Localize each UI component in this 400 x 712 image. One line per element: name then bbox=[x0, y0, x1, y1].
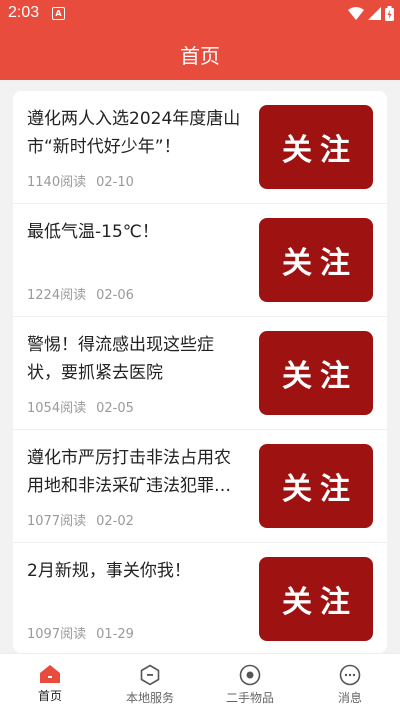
tab-secondhand[interactable]: 二手物品 bbox=[200, 654, 300, 712]
article-title[interactable]: 遵化两人入选2024年度唐山市“新时代好少年”！ bbox=[27, 105, 247, 161]
signal-icon bbox=[368, 7, 381, 20]
article-title[interactable]: 2月新规，事关你我！ bbox=[27, 557, 247, 585]
article-item[interactable]: 2月新规，事关你我！ 1097阅读 01-29 关注 bbox=[13, 543, 387, 653]
article-meta: 1224阅读 02-06 bbox=[27, 284, 134, 303]
article-date: 01-29 bbox=[96, 627, 134, 642]
read-count: 1224阅读 bbox=[27, 288, 87, 303]
article-title[interactable]: 遵化市严厉打击非法占用农用地和非法采矿违法犯罪行为 bbox=[27, 444, 247, 500]
service-icon bbox=[140, 664, 160, 686]
article-meta: 1097阅读 01-29 bbox=[27, 623, 134, 642]
notification-icon: A bbox=[52, 7, 65, 20]
article-date: 02-06 bbox=[96, 288, 134, 303]
article-list: 遵化两人入选2024年度唐山市“新时代好少年”！ 1140阅读 02-10 关注 … bbox=[13, 91, 387, 653]
battery-icon bbox=[385, 6, 394, 21]
tab-label: 二手物品 bbox=[225, 691, 274, 705]
tab-home[interactable]: 首页 bbox=[0, 654, 100, 712]
follow-button[interactable]: 关注 bbox=[259, 331, 373, 415]
top-bar: 2:03 A 首页 bbox=[0, 0, 400, 80]
home-icon bbox=[40, 665, 60, 683]
article-item[interactable]: 最低气温-15℃！ 1224阅读 02-06 关注 bbox=[13, 204, 387, 317]
article-item[interactable]: 遵化市严厉打击非法占用农用地和非法采矿违法犯罪行为 1077阅读 02-02 关注 bbox=[13, 430, 387, 543]
tab-label: 首页 bbox=[37, 689, 62, 703]
bottom-nav: 首页 本地服务 二手物品 消息 bbox=[0, 653, 400, 712]
tab-label: 消息 bbox=[337, 691, 362, 705]
follow-button[interactable]: 关注 bbox=[259, 105, 373, 189]
read-count: 1097阅读 bbox=[27, 627, 87, 642]
tab-label: 本地服务 bbox=[125, 691, 174, 705]
article-meta: 1054阅读 02-05 bbox=[27, 397, 134, 416]
follow-button[interactable]: 关注 bbox=[259, 557, 373, 641]
message-icon bbox=[339, 664, 361, 686]
follow-button[interactable]: 关注 bbox=[259, 218, 373, 302]
read-count: 1077阅读 bbox=[27, 514, 87, 529]
status-bar: 2:03 A bbox=[0, 0, 400, 26]
article-meta: 1077阅读 02-02 bbox=[27, 510, 134, 529]
article-title[interactable]: 警惕！得流感出现这些症状，要抓紧去医院 bbox=[27, 331, 247, 387]
page-title: 首页 bbox=[180, 44, 220, 68]
read-count: 1054阅读 bbox=[27, 401, 87, 416]
article-date: 02-05 bbox=[96, 401, 134, 416]
article-date: 02-02 bbox=[96, 514, 134, 529]
status-time: 2:03 bbox=[8, 4, 40, 21]
article-date: 02-10 bbox=[96, 175, 134, 190]
wifi-icon bbox=[348, 7, 364, 20]
tab-local-service[interactable]: 本地服务 bbox=[100, 654, 200, 712]
article-title[interactable]: 最低气温-15℃！ bbox=[27, 218, 247, 246]
status-icons bbox=[348, 6, 394, 21]
read-count: 1140阅读 bbox=[27, 175, 87, 190]
article-item[interactable]: 遵化两人入选2024年度唐山市“新时代好少年”！ 1140阅读 02-10 关注 bbox=[13, 91, 387, 204]
secondhand-icon bbox=[239, 664, 261, 686]
article-item[interactable]: 警惕！得流感出现这些症状，要抓紧去医院 1054阅读 02-05 关注 bbox=[13, 317, 387, 430]
follow-button[interactable]: 关注 bbox=[259, 444, 373, 528]
article-meta: 1140阅读 02-10 bbox=[27, 171, 134, 190]
tab-messages[interactable]: 消息 bbox=[300, 654, 400, 712]
